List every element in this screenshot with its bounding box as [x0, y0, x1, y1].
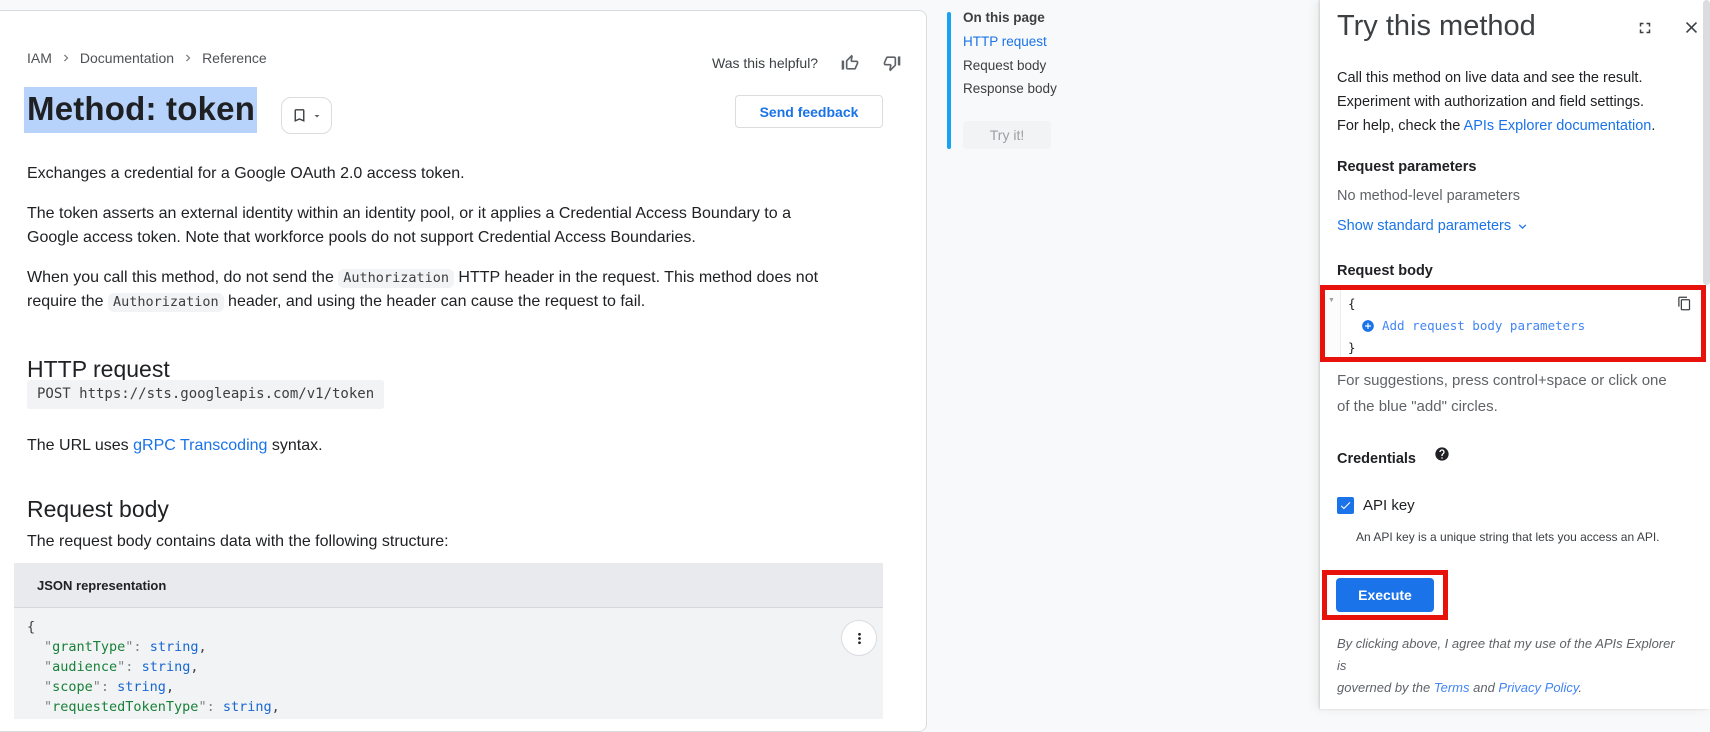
- bookmark-button[interactable]: [281, 97, 332, 134]
- add-circle-icon: [1361, 319, 1375, 333]
- request-body-heading: Request body: [27, 496, 169, 523]
- url-note: The URL uses gRPC Transcoding syntax.: [27, 434, 839, 458]
- breadcrumb-item-reference[interactable]: Reference: [202, 50, 267, 66]
- suggestion-note: For suggestions, press control+space or …: [1337, 368, 1682, 420]
- toc-item-http-request[interactable]: HTTP request: [963, 34, 1047, 49]
- close-icon: [1682, 18, 1701, 37]
- disclaimer-line: By clicking above, I agree that my use o…: [1337, 633, 1682, 677]
- json-field-row: grantTypestring: [27, 637, 883, 657]
- disclaimer-line: governed by the Terms and Privacy Policy…: [1337, 677, 1682, 699]
- on-this-page-title: On this page: [963, 10, 1045, 25]
- json-field-row: requestedTokenTypestring: [27, 697, 883, 717]
- breadcrumb-item-documentation[interactable]: Documentation: [80, 50, 174, 66]
- json-representation-header[interactable]: JSON representation: [14, 563, 883, 608]
- fullscreen-button[interactable]: [1636, 19, 1654, 37]
- credentials-heading: Credentials: [1337, 451, 1416, 467]
- editor-open-brace: {: [1348, 293, 1701, 315]
- terms-link[interactable]: Terms: [1434, 680, 1470, 695]
- request-body-intro: The request body contains data with the …: [27, 530, 839, 554]
- annotation-box-execute: Execute: [1322, 570, 1448, 620]
- copy-icon: [1677, 296, 1692, 311]
- page-title: Method: token: [24, 87, 257, 133]
- panel-scrollbar-thumb[interactable]: [1703, 0, 1710, 285]
- thumb-down-icon: [882, 53, 902, 73]
- more-vert-icon: [851, 630, 868, 647]
- json-representation-box: JSON representation { grantTypestring au…: [14, 563, 883, 719]
- fullscreen-icon: [1636, 19, 1654, 37]
- grpc-transcoding-link[interactable]: gRPC Transcoding: [133, 437, 267, 454]
- json-field-row: audiencestring: [27, 657, 883, 677]
- request-parameters-heading: Request parameters: [1337, 159, 1476, 175]
- panel-title: Try this method: [1337, 10, 1536, 43]
- json-type-link[interactable]: string: [223, 699, 272, 715]
- breadcrumb-item-iam[interactable]: IAM: [27, 50, 52, 66]
- collapse-triangle-icon: ▼: [1328, 297, 1335, 304]
- toc-item-response-body[interactable]: Response body: [963, 81, 1057, 96]
- request-body-editor[interactable]: { Add request body parameters }: [1341, 290, 1701, 357]
- execute-button[interactable]: Execute: [1336, 578, 1434, 612]
- disclaimer: By clicking above, I agree that my use o…: [1337, 633, 1682, 699]
- breadcrumb: IAM Documentation Reference: [27, 50, 267, 66]
- json-code-block: { grantTypestring audiencestring scopest…: [14, 608, 883, 719]
- api-key-description: An API key is a unique string that lets …: [1356, 530, 1660, 544]
- show-standard-parameters-link[interactable]: Show standard parameters: [1337, 218, 1530, 234]
- toc-item-request-body[interactable]: Request body: [963, 58, 1046, 73]
- apis-explorer-documentation-link[interactable]: APIs Explorer documentation: [1464, 118, 1652, 134]
- inline-code-authorization: Authorization: [338, 269, 454, 288]
- paragraph-token-asserts: The token asserts an external identity w…: [27, 202, 839, 250]
- http-request-code: POST https://sts.googleapis.com/v1/token: [27, 380, 384, 409]
- arrow-drop-down-icon: [311, 110, 323, 122]
- json-type-link[interactable]: string: [150, 639, 199, 655]
- toc-active-bar: [947, 12, 951, 149]
- inline-code-authorization: Authorization: [108, 293, 224, 312]
- json-open-brace: {: [27, 617, 883, 637]
- chevron-right-icon: [59, 51, 73, 65]
- thumb-up-icon: [840, 53, 860, 73]
- close-button[interactable]: [1682, 18, 1701, 37]
- no-parameters-text: No method-level parameters: [1337, 188, 1520, 204]
- paragraph-exchanges: Exchanges a credential for a Google OAut…: [27, 162, 839, 186]
- bookmark-icon: [291, 107, 308, 124]
- copy-button[interactable]: [1677, 296, 1692, 311]
- credentials-help-button[interactable]: [1434, 446, 1450, 462]
- panel-request-body-heading: Request body: [1337, 263, 1433, 279]
- editor-close-brace: }: [1348, 337, 1701, 359]
- panel-intro: Call this method on live data and see th…: [1337, 66, 1672, 138]
- api-key-label: API key: [1363, 497, 1415, 514]
- code-overflow-menu-button[interactable]: [841, 620, 877, 656]
- api-key-checkbox[interactable]: [1337, 497, 1354, 514]
- was-this-helpful-label: Was this helpful?: [712, 55, 818, 71]
- panel-intro-line: For help, check the APIs Explorer docume…: [1337, 114, 1672, 138]
- json-field-row: scopestring: [27, 677, 883, 697]
- paragraph-authorization: When you call this method, do not send t…: [27, 266, 839, 314]
- chevron-right-icon: [181, 51, 195, 65]
- add-request-body-parameters-link[interactable]: Add request body parameters: [1348, 315, 1701, 337]
- was-this-helpful: Was this helpful?: [712, 53, 902, 73]
- editor-gutter: ▼: [1325, 290, 1341, 357]
- panel-intro-line: Experiment with authorization and field …: [1337, 90, 1672, 114]
- thumbs-up-button[interactable]: [840, 53, 860, 73]
- thumbs-down-button[interactable]: [882, 53, 902, 73]
- panel-intro-line: Call this method on live data and see th…: [1337, 66, 1672, 90]
- check-icon: [1339, 499, 1352, 512]
- privacy-policy-link[interactable]: Privacy Policy: [1498, 680, 1578, 695]
- chevron-down-icon: [1515, 219, 1530, 234]
- json-type-link[interactable]: string: [142, 659, 191, 675]
- try-it-button[interactable]: Try it!: [963, 121, 1051, 149]
- send-feedback-button[interactable]: Send feedback: [735, 95, 883, 128]
- json-type-link[interactable]: string: [117, 679, 166, 695]
- annotation-box-request-body: ▼ { Add request body parameters }: [1320, 285, 1706, 362]
- help-icon: [1434, 446, 1450, 462]
